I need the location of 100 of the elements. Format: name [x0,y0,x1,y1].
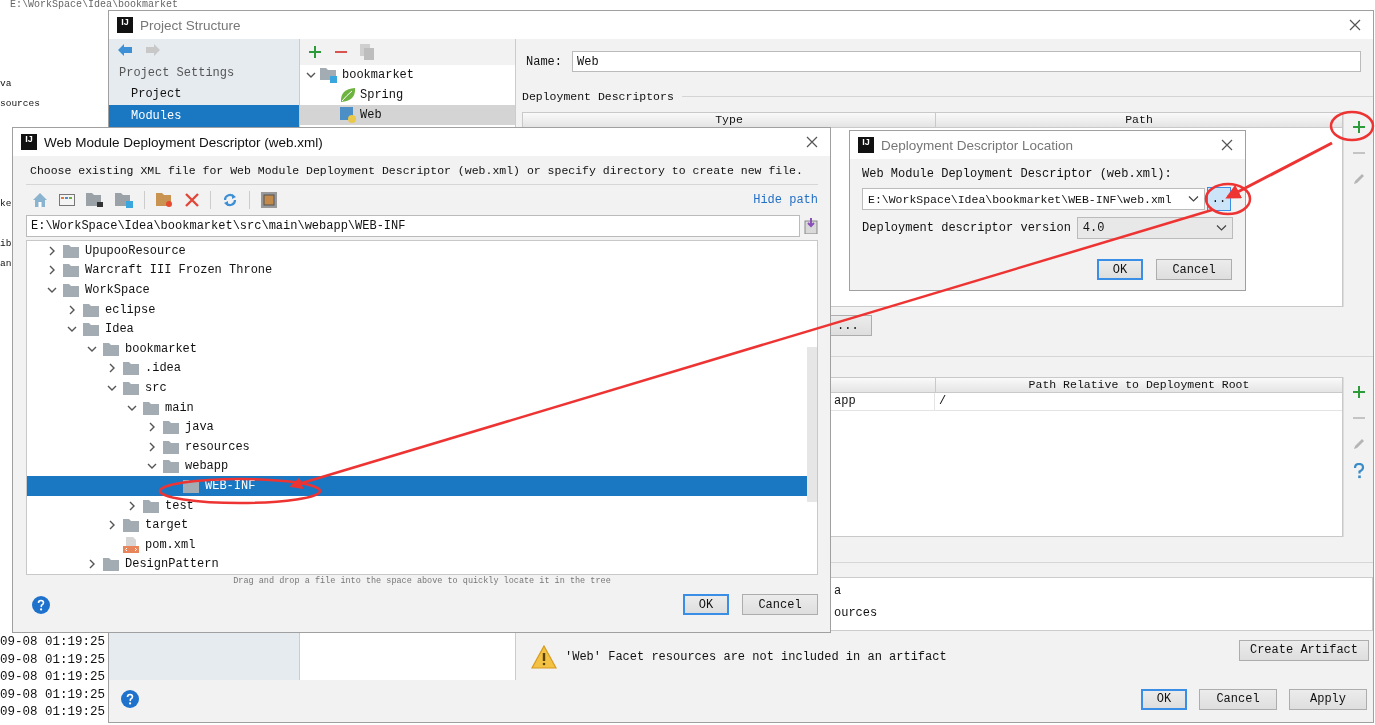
refresh-icon[interactable] [222,192,238,208]
chevron-icon[interactable] [306,70,316,80]
tree-item[interactable]: va [0,78,12,89]
leaf-icon [340,87,356,103]
column-header[interactable]: Path [936,113,1342,127]
field-label: Deployment descriptor version [862,221,1071,235]
chevron-icon[interactable] [147,422,157,433]
folder-icon [63,243,79,258]
tree-item[interactable]: target [27,515,807,535]
tree-item[interactable]: sources [0,98,40,109]
module-folder-icon [320,67,338,83]
folder-icon [143,498,159,513]
create-artifact-button[interactable]: Create Artifact [1238,639,1369,661]
help-icon[interactable] [121,690,139,708]
log-line: 09-08 01:19:25 [0,704,106,721]
tree-item[interactable]: test [27,495,807,516]
dialog-button[interactable]: Cancel [742,594,818,615]
warning-icon [531,645,557,669]
tree-item[interactable]: ib [0,238,12,249]
tree-item[interactable]: pom.xml [27,534,807,555]
highlight-ellipse [1329,110,1375,142]
tree-item[interactable]: .idea [27,358,807,379]
folder-icon [123,380,139,395]
tree-item[interactable]: WEB-INF [27,476,807,496]
hide-path-link[interactable]: Hide path [753,193,818,207]
folder-icon [163,420,179,435]
chevron-icon[interactable] [47,265,57,276]
tree-item[interactable]: Spring [300,85,515,105]
add-icon[interactable] [308,45,322,59]
new-folder-icon[interactable] [156,192,174,208]
desktop-icon[interactable] [59,193,75,207]
chevron-icon[interactable] [107,363,117,374]
dialog-title: Deployment Descriptor Location [881,137,1074,153]
log-line: 09-08 01:19:25 [0,669,106,686]
tree-item[interactable]: webapp [27,456,807,477]
chevron-icon[interactable] [47,285,57,295]
dialog-button[interactable]: OK [1141,688,1187,710]
path-text: E:\WorkSpace\Idea\bookmarket [10,0,179,10]
tree-item[interactable]: WorkSpace [27,280,807,300]
tree-item[interactable]: bookmarket [27,338,807,359]
close-icon[interactable] [1349,19,1361,31]
help-icon[interactable] [32,595,50,614]
clipboard-icon[interactable] [804,218,818,234]
sidebar-item[interactable]: Project [109,83,299,105]
dialog-button[interactable]: OK [1097,259,1143,280]
question-icon[interactable] [1352,463,1365,479]
log-line: 09-08 01:19:25 [0,651,106,669]
chevron-icon[interactable] [67,304,77,315]
chevron-icon[interactable] [107,520,117,531]
path-field[interactable]: E:\WorkSpace\Idea\bookmarket\src\main\webapp\WEB-INF [26,215,800,237]
chevron-icon[interactable] [47,245,57,256]
tree-item[interactable]: java [27,417,807,437]
tree-item[interactable]: eclipse [27,299,807,320]
folder-icon [83,322,99,337]
version-dropdown[interactable]: 4.0 [1076,217,1233,239]
dialog-button[interactable]: Cancel [1156,259,1232,280]
folder-icon [103,341,119,356]
dialog-button[interactable]: Cancel [1199,688,1277,710]
web-module-icon [340,107,356,123]
scrollbar-thumb[interactable] [807,347,817,502]
tree-item[interactable]: ke [0,198,12,209]
dialog-button[interactable]: Apply [1289,688,1367,710]
sidebar-item[interactable]: Modules [109,105,299,127]
list-item[interactable]: ources [834,606,878,620]
dialog-button[interactable]: OK [683,594,729,615]
tree-item[interactable]: Idea [27,319,807,339]
folder-icon [163,439,179,454]
tree-item[interactable]: bookmarket [300,65,515,85]
close-icon[interactable] [806,136,818,148]
section-heading: Deployment Descriptors [522,90,674,103]
hint-text: Drag and drop a file into the space above to quickly locate it in the tree [233,576,611,586]
chevron-icon[interactable] [87,559,97,570]
add-icon[interactable] [1351,385,1366,399]
name-field[interactable]: Web [572,51,1361,72]
dialog-title: Web Module Deployment Descriptor (web.xml) [44,134,323,150]
instruction-text: Choose existing XML file for Web Module Deployment Descriptor (web.xml) or specify directory to create new file. [29,164,804,177]
tree-item[interactable]: Web [300,105,515,125]
close-icon[interactable] [1221,139,1233,151]
tree-item[interactable]: an [0,258,12,269]
tree-item[interactable]: Warcraft III Frozen Throne [27,260,807,281]
folder-icon [83,302,99,317]
section-heading: Project Settings [118,65,236,82]
tree-item[interactable]: resources [27,436,807,457]
name-label: Name: [526,54,562,69]
back-arrow-icon[interactable] [117,43,133,57]
list-item[interactable]: a [834,584,842,598]
warning-message: 'Web' Facet resources are not included in an artifact [565,650,947,664]
tree-item[interactable]: UpupooResource [27,241,807,261]
chevron-icon[interactable] [127,500,137,511]
add-icon[interactable] [1351,120,1366,134]
folder-icon [143,400,159,415]
field-label: Web Module Deployment Descriptor (web.xml): [862,167,1173,181]
cross-icon[interactable] [185,193,199,207]
folder-icon [163,459,179,474]
folder-icon [63,263,79,278]
tree-item[interactable]: DesignPattern [27,554,807,574]
chevron-icon[interactable] [147,441,157,452]
folder-icon [123,518,139,533]
path-dropdown[interactable]: E:\WorkSpace\Idea\bookmarket\WEB-INF\web.xml [862,188,1205,210]
folder-icon[interactable] [86,192,104,208]
